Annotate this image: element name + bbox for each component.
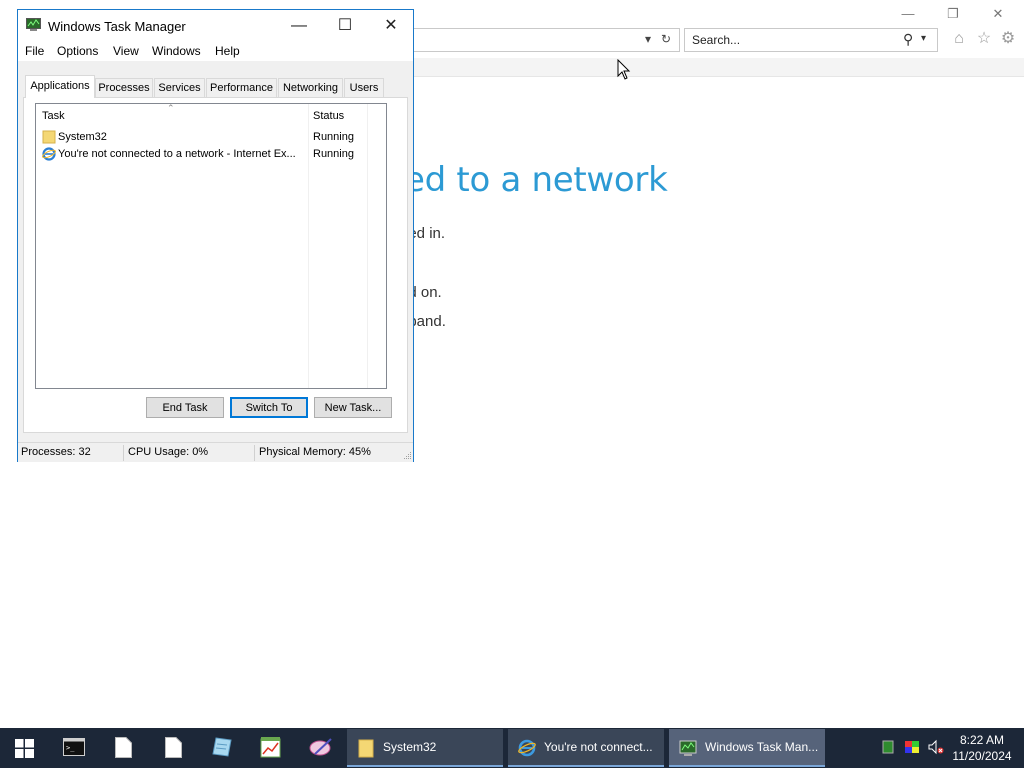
document-icon <box>115 737 132 758</box>
taskbar-item-system32[interactable]: System32 <box>347 729 503 767</box>
menu-help[interactable]: Help <box>215 44 240 58</box>
row-status: Running <box>313 148 354 160</box>
pinned-document[interactable] <box>150 728 196 768</box>
column-task-label: Task <box>42 110 65 122</box>
new-task-button[interactable]: New Task... <box>314 397 392 418</box>
ie-tab-bar <box>404 58 1024 77</box>
taskbar-item-label: System32 <box>383 740 437 754</box>
row-task-name: System32 <box>58 131 107 143</box>
ie-search-box[interactable]: Search... ⚲ ▾ <box>684 28 938 52</box>
document-icon <box>165 737 182 758</box>
column-header-task[interactable]: Task ⌃ <box>36 103 308 128</box>
taskbar-item-label: You're not connect... <box>544 740 653 754</box>
processes-count: Processes: 32 <box>21 446 91 458</box>
ie-page-heading: ed to a network <box>404 160 668 200</box>
internet-explorer-icon <box>518 739 536 757</box>
ie-minimize-button[interactable]: — <box>898 6 918 22</box>
ie-close-button[interactable]: ✕ <box>988 6 1008 22</box>
menu-bar: File Options View Windows Help <box>18 41 413 61</box>
column-header-status[interactable]: Status <box>309 104 367 128</box>
pinned-document[interactable] <box>100 728 146 768</box>
menu-view[interactable]: View <box>113 44 139 58</box>
clock-date: 11/20/2024 <box>952 749 1012 763</box>
mouse-cursor-icon <box>617 59 631 80</box>
resize-grip-icon[interactable] <box>402 450 412 460</box>
pinned-paint-app[interactable] <box>297 728 343 768</box>
dropdown-arrow-icon[interactable]: ▾ <box>645 32 651 46</box>
cpu-usage: CPU Usage: 0% <box>128 446 209 458</box>
ie-search-placeholder: Search... <box>692 33 741 47</box>
paint-app-icon <box>309 738 332 756</box>
close-button[interactable]: ✕ <box>368 10 414 41</box>
folder-icon <box>42 130 56 144</box>
volume-muted-icon[interactable] <box>928 739 944 755</box>
taskbar: >_ System32 You're not connect... Window… <box>0 728 1024 768</box>
tab-control: Applications Processes Services Performa… <box>18 61 413 441</box>
table-row[interactable]: System32 Running <box>36 129 386 146</box>
pinned-command-prompt[interactable]: >_ <box>50 728 96 768</box>
tab-processes[interactable]: Processes <box>95 78 153 97</box>
windows-logo-icon <box>15 739 34 758</box>
ie-restore-button[interactable]: ❐ <box>943 6 963 22</box>
taskbar-item-internet-explorer[interactable]: You're not connect... <box>508 729 664 767</box>
chart-app-icon <box>260 737 281 758</box>
menu-options[interactable]: Options <box>57 44 98 58</box>
tab-performance[interactable]: Performance <box>206 78 277 97</box>
settings-gear-icon[interactable]: ⚙ <box>999 30 1017 48</box>
status-divider <box>254 445 255 461</box>
tray-green-square-icon[interactable] <box>880 739 896 755</box>
start-button[interactable] <box>0 728 48 768</box>
tab-applications[interactable]: Applications <box>25 75 95 98</box>
task-manager-icon <box>679 740 697 756</box>
tab-users[interactable]: Users <box>344 78 384 97</box>
maximize-button[interactable]: ☐ <box>322 10 368 41</box>
notepad-icon <box>212 737 232 757</box>
command-prompt-icon: >_ <box>63 738 85 756</box>
menu-windows[interactable]: Windows <box>152 44 201 58</box>
pinned-chart-app[interactable] <box>247 728 293 768</box>
ie-address-bar[interactable]: ▾ ↻ <box>404 28 680 52</box>
task-manager-icon <box>26 18 41 31</box>
folder-icon <box>358 739 374 758</box>
table-row[interactable]: You're not connected to a network - Inte… <box>36 146 386 163</box>
tab-services[interactable]: Services <box>154 78 205 97</box>
search-icon[interactable]: ⚲ <box>903 31 913 48</box>
tab-networking[interactable]: Networking <box>278 78 343 97</box>
window-title: Windows Task Manager <box>48 19 186 34</box>
minimize-button[interactable]: — <box>276 10 322 41</box>
system-clock[interactable]: 8:22 AM 11/20/2024 <box>944 732 1020 764</box>
task-list[interactable]: Task ⌃ Status System32 Running You're no… <box>35 103 387 389</box>
task-manager-window: Windows Task Manager — ☐ ✕ File Options … <box>17 9 414 462</box>
sort-ascending-icon: ⌃ <box>167 103 175 113</box>
favorites-star-icon[interactable]: ☆ <box>975 30 993 48</box>
taskbar-item-label: Windows Task Man... <box>705 740 819 754</box>
column-status-label: Status <box>313 110 345 122</box>
physical-memory: Physical Memory: 45% <box>259 446 371 458</box>
taskbar-item-task-manager[interactable]: Windows Task Man... <box>669 729 825 767</box>
end-task-button[interactable]: End Task <box>146 397 224 418</box>
switch-to-button[interactable]: Switch To <box>230 397 308 418</box>
status-divider <box>123 445 124 461</box>
row-task-name: You're not connected to a network - Inte… <box>58 148 296 160</box>
internet-explorer-icon <box>42 147 56 161</box>
pinned-notepad[interactable] <box>198 728 244 768</box>
refresh-icon[interactable]: ↻ <box>661 32 671 46</box>
tray-color-icon[interactable] <box>904 739 920 755</box>
title-bar[interactable]: Windows Task Manager — ☐ ✕ <box>18 10 413 41</box>
svg-text:>_: >_ <box>66 744 75 752</box>
row-status: Running <box>313 131 354 143</box>
home-icon[interactable]: ⌂ <box>950 30 968 48</box>
search-dropdown-icon[interactable]: ▾ <box>921 33 926 44</box>
menu-file[interactable]: File <box>25 44 44 58</box>
clock-time: 8:22 AM <box>959 733 1005 747</box>
status-bar: Processes: 32 CPU Usage: 0% Physical Mem… <box>18 442 413 462</box>
